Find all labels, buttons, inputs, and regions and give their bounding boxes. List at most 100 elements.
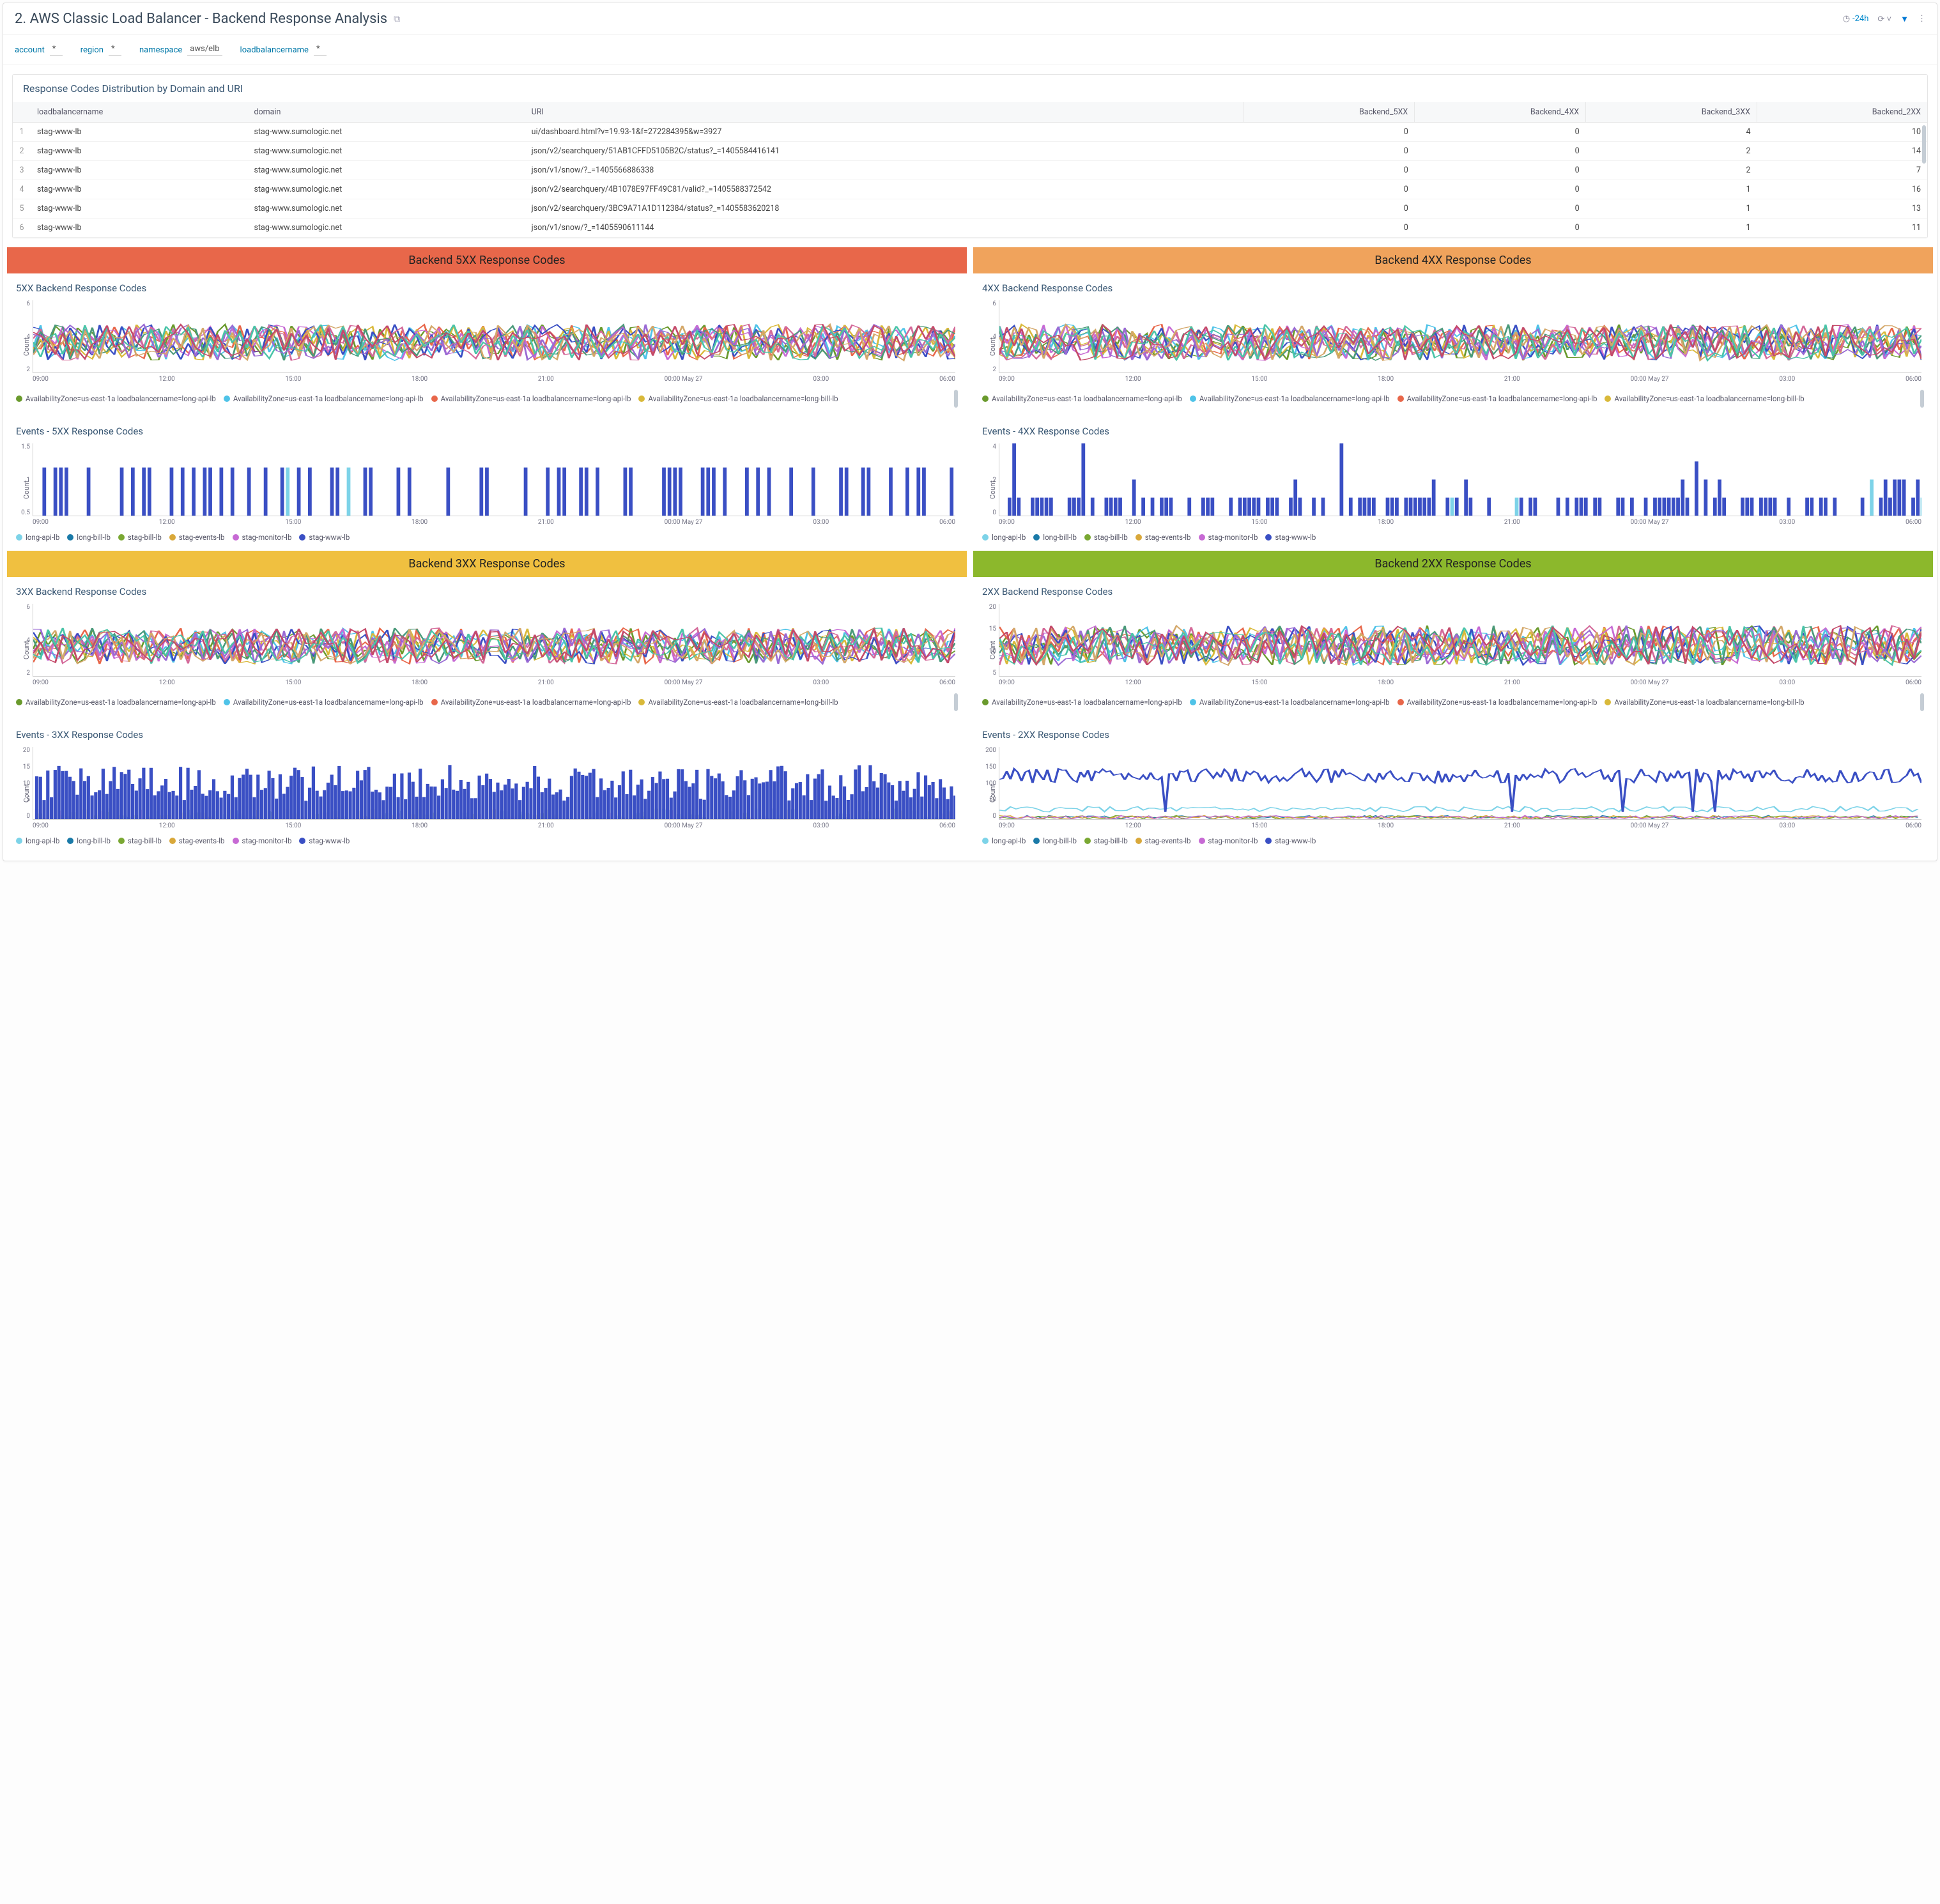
table-row[interactable]: 2stag-www-lbstag-www.sumologic.netjson/v… xyxy=(13,142,1927,161)
chart-plot-area[interactable] xyxy=(33,604,955,677)
chart-plot-area[interactable] xyxy=(999,747,1921,820)
legend-item[interactable]: long-bill-lb xyxy=(67,533,111,542)
table-scrollbar-thumb[interactable] xyxy=(1922,125,1926,164)
col-index[interactable] xyxy=(13,102,31,123)
legend-item[interactable]: AvailabilityZone=us-east-1a loadbalancer… xyxy=(1605,698,1804,707)
dashboard-header: 2. AWS Classic Load Balancer - Backend R… xyxy=(3,3,1937,35)
legend-item[interactable]: AvailabilityZone=us-east-1a loadbalancer… xyxy=(982,698,1182,707)
filter-value[interactable]: * xyxy=(50,44,63,56)
legend-dot-icon xyxy=(299,534,305,541)
legend-item[interactable]: stag-monitor-lb xyxy=(1199,836,1258,845)
legend-item[interactable]: long-bill-lb xyxy=(1033,836,1077,845)
page-title-text: 2. AWS Classic Load Balancer - Backend R… xyxy=(15,11,387,27)
legend-label: stag-bill-lb xyxy=(128,836,162,845)
legend-item[interactable]: AvailabilityZone=us-east-1a loadbalancer… xyxy=(431,698,631,707)
legend-item[interactable]: long-api-lb xyxy=(16,836,59,845)
legend-item[interactable]: stag-monitor-lb xyxy=(233,533,292,542)
table-row[interactable]: 4stag-www-lbstag-www.sumologic.netjson/v… xyxy=(13,180,1927,199)
legend-item[interactable]: long-api-lb xyxy=(16,533,59,542)
open-external-icon[interactable]: ⧉ xyxy=(394,14,400,24)
legend-item[interactable]: stag-monitor-lb xyxy=(233,836,292,845)
col-loadbalancername[interactable]: loadbalancername xyxy=(31,102,248,123)
legend-scrollbar-thumb[interactable] xyxy=(1920,390,1924,408)
time-range-picker[interactable]: ◷ -24h xyxy=(1843,14,1869,24)
col-uri[interactable]: URI xyxy=(525,102,1243,123)
legend-item[interactable]: long-bill-lb xyxy=(67,836,111,845)
chart-plot-area[interactable] xyxy=(999,443,1921,516)
y-axis-label: Count xyxy=(22,784,31,802)
legend-scrollbar-thumb[interactable] xyxy=(1920,693,1924,711)
chart-plot-area[interactable] xyxy=(999,604,1921,677)
filter-value[interactable]: aws/elb xyxy=(187,44,222,56)
legend-item[interactable]: AvailabilityZone=us-east-1a loadbalancer… xyxy=(16,698,216,707)
filter-account[interactable]: account * xyxy=(15,44,63,56)
legend-label: AvailabilityZone=us-east-1a loadbalancer… xyxy=(26,394,216,403)
legend-item[interactable]: long-api-lb xyxy=(982,533,1026,542)
col-backend-2xx[interactable]: Backend_2XX xyxy=(1757,102,1927,123)
legend-item[interactable]: long-bill-lb xyxy=(1033,533,1077,542)
clock-icon: ◷ xyxy=(1843,14,1850,24)
table-panel: Response Codes Distribution by Domain an… xyxy=(12,74,1928,238)
legend-label: AvailabilityZone=us-east-1a loadbalancer… xyxy=(992,698,1182,707)
legend-item[interactable]: AvailabilityZone=us-east-1a loadbalancer… xyxy=(638,394,838,403)
legend-item[interactable]: stag-bill-lb xyxy=(1084,533,1128,542)
table-row[interactable]: 6stag-www-lbstag-www.sumologic.netjson/v… xyxy=(13,219,1927,238)
legend-item[interactable]: AvailabilityZone=us-east-1a loadbalancer… xyxy=(431,394,631,403)
legend-item[interactable]: stag-events-lb xyxy=(169,836,225,845)
legend-item[interactable]: AvailabilityZone=us-east-1a loadbalancer… xyxy=(638,698,838,707)
legend-item[interactable]: AvailabilityZone=us-east-1a loadbalancer… xyxy=(1190,394,1390,403)
filter-loadbalancername[interactable]: loadbalancername * xyxy=(240,44,327,56)
legend-item[interactable]: AvailabilityZone=us-east-1a loadbalancer… xyxy=(1397,698,1597,707)
chart-plot-area[interactable] xyxy=(999,300,1921,373)
legend-item[interactable]: stag-bill-lb xyxy=(118,836,162,845)
legend-item[interactable]: stag-events-lb xyxy=(169,533,225,542)
legend-item[interactable]: stag-events-lb xyxy=(1136,836,1191,845)
banner-2xx: Backend 2XX Response Codes xyxy=(973,551,1933,577)
legend-item[interactable]: long-api-lb xyxy=(982,836,1026,845)
legend-item[interactable]: AvailabilityZone=us-east-1a loadbalancer… xyxy=(16,394,216,403)
chart-plot-area[interactable] xyxy=(33,747,955,820)
legend-item[interactable]: stag-bill-lb xyxy=(1084,836,1128,845)
legend-label: long-bill-lb xyxy=(1043,533,1077,542)
legend-item[interactable]: stag-www-lb xyxy=(299,836,350,845)
table-row[interactable]: 3stag-www-lbstag-www.sumologic.netjson/v… xyxy=(13,161,1927,180)
table-row[interactable]: 5stag-www-lbstag-www.sumologic.netjson/v… xyxy=(13,199,1927,219)
filter-value[interactable]: * xyxy=(314,44,327,56)
legend-item[interactable]: AvailabilityZone=us-east-1a loadbalancer… xyxy=(1605,394,1804,403)
col-domain[interactable]: domain xyxy=(248,102,525,123)
legend-item[interactable]: AvailabilityZone=us-east-1a loadbalancer… xyxy=(224,698,424,707)
col-backend-4xx[interactable]: Backend_4XX xyxy=(1415,102,1586,123)
legend-item[interactable]: AvailabilityZone=us-east-1a loadbalancer… xyxy=(224,394,424,403)
legend-label: AvailabilityZone=us-east-1a loadbalancer… xyxy=(1407,698,1597,707)
legend-dot-icon xyxy=(67,534,73,541)
legend-item[interactable]: stag-www-lb xyxy=(299,533,350,542)
chart-title: Events - 2XX Response Codes xyxy=(980,724,1927,747)
chart-title: 5XX Backend Response Codes xyxy=(13,277,960,300)
chart-plot-area[interactable] xyxy=(33,300,955,373)
chart-plot-area[interactable] xyxy=(33,443,955,516)
legend-dot-icon xyxy=(1136,534,1142,541)
legend-item[interactable]: AvailabilityZone=us-east-1a loadbalancer… xyxy=(982,394,1182,403)
legend-label: stag-www-lb xyxy=(1275,836,1316,845)
legend-scrollbar-thumb[interactable] xyxy=(954,693,958,711)
legend-item[interactable]: AvailabilityZone=us-east-1a loadbalancer… xyxy=(1397,394,1597,403)
legend-dot-icon xyxy=(1605,395,1611,402)
kebab-menu-icon[interactable]: ⋮ xyxy=(1918,14,1925,24)
filter-label: namespace xyxy=(139,45,182,55)
filter-region[interactable]: region * xyxy=(81,44,121,56)
refresh-button[interactable]: ⟳ ˅ xyxy=(1877,14,1891,24)
legend-item[interactable]: AvailabilityZone=us-east-1a loadbalancer… xyxy=(1190,698,1390,707)
col-backend-5xx[interactable]: Backend_5XX xyxy=(1243,102,1415,123)
table-row[interactable]: 1stag-www-lbstag-www.sumologic.netui/das… xyxy=(13,123,1927,142)
legend-scrollbar-thumb[interactable] xyxy=(954,390,958,408)
legend-item[interactable]: stag-bill-lb xyxy=(118,533,162,542)
legend-item[interactable]: stag-www-lb xyxy=(1265,533,1316,542)
col-backend-3xx[interactable]: Backend_3XX xyxy=(1586,102,1757,123)
legend-item[interactable]: stag-monitor-lb xyxy=(1199,533,1258,542)
filter-toggle-icon[interactable]: ▼ xyxy=(1900,14,1909,24)
filter-namespace[interactable]: namespace aws/elb xyxy=(139,44,222,56)
legend-dot-icon xyxy=(1397,699,1404,705)
legend-item[interactable]: stag-www-lb xyxy=(1265,836,1316,845)
legend-item[interactable]: stag-events-lb xyxy=(1136,533,1191,542)
filter-value[interactable]: * xyxy=(109,44,121,56)
